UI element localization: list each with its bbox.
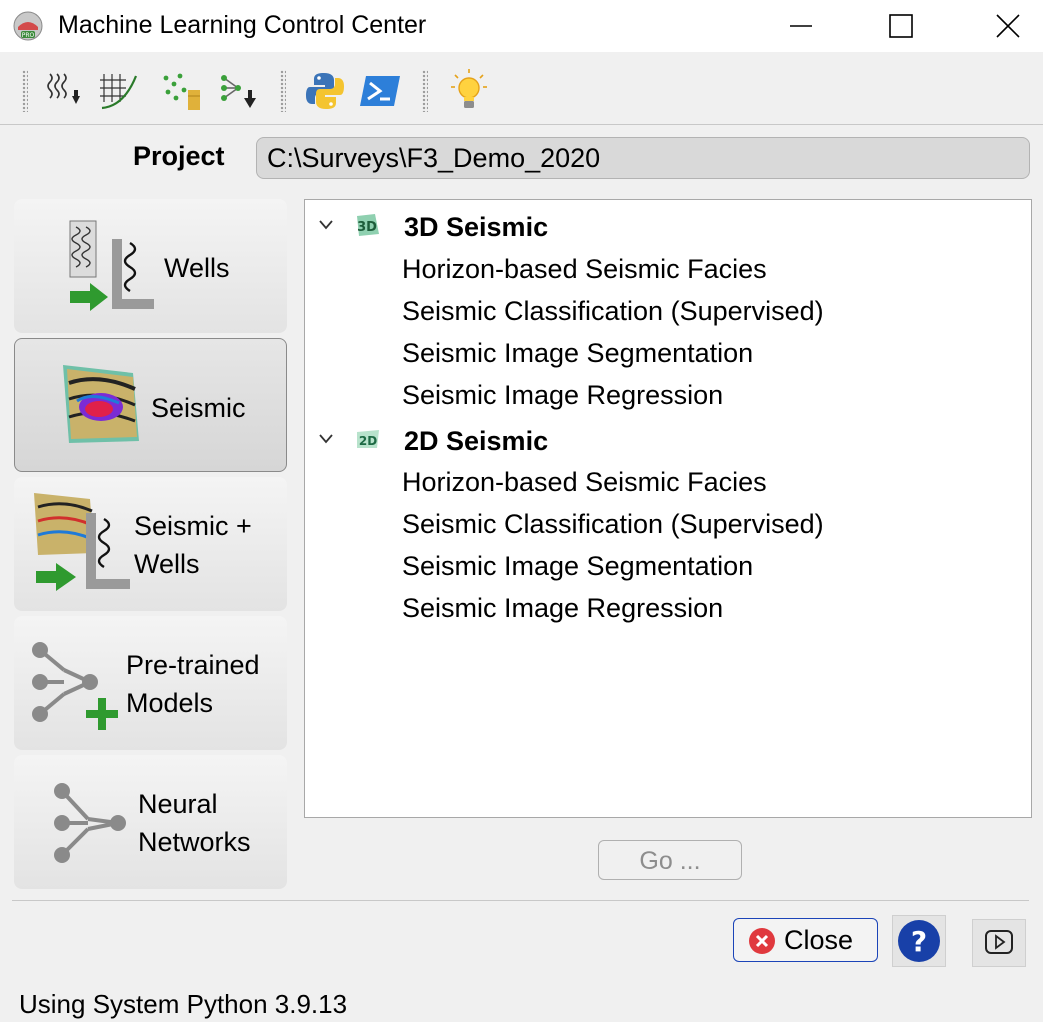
neural-networks-label-line2: Networks: [138, 827, 251, 857]
tree-item-2d-classification[interactable]: Seismic Classification (Supervised): [402, 507, 824, 541]
close-button-label: Close: [784, 925, 854, 955]
log-import-icon: [47, 73, 80, 104]
seismic-wells-icon: [34, 493, 130, 591]
seismic-2d-icon: 2D: [357, 430, 379, 448]
tree-item-2d-horizon-facies[interactable]: Horizon-based Seismic Facies: [402, 465, 767, 499]
tips-button[interactable]: [446, 68, 492, 114]
help-glyph: ?: [911, 925, 927, 958]
tree-item-3d-regression[interactable]: Seismic Image Regression: [402, 378, 723, 412]
lightbulb-icon: [451, 69, 487, 108]
workflow-tree[interactable]: 3D 3D Seismic Horizon-based Seismic Faci…: [304, 199, 1032, 818]
scatter-export-button[interactable]: [158, 68, 204, 114]
python-icon: [306, 73, 344, 109]
video-play-icon: [985, 930, 1013, 954]
close-icon: [996, 14, 1020, 38]
project-path-field: C:\Surveys\F3_Demo_2020: [256, 137, 1030, 179]
chevron-down-icon[interactable]: [319, 220, 333, 230]
pretrained-models-button[interactable]: Pre-trained Models: [14, 616, 287, 750]
seismic-wells-button[interactable]: Seismic + Wells: [14, 477, 287, 611]
neural-networks-label-line1: Neural: [138, 789, 218, 819]
tree-item-3d-segmentation[interactable]: Seismic Image Segmentation: [402, 336, 753, 370]
seismic-wells-label-line1: Seismic +: [134, 511, 252, 541]
help-icon: ?: [898, 920, 940, 962]
svg-text:PRO: PRO: [22, 32, 35, 39]
maximize-icon: [889, 14, 913, 38]
chevron-down-icon[interactable]: [319, 434, 333, 444]
toolbar-grip[interactable]: [422, 70, 428, 112]
python-button[interactable]: [302, 68, 348, 114]
window-close-button[interactable]: [973, 0, 1043, 52]
minimize-button[interactable]: [766, 0, 836, 52]
badge-2d: 2D: [359, 434, 377, 448]
minimize-icon: [790, 25, 812, 27]
tree-group-title: 3D Seismic: [404, 212, 549, 242]
opendtect-pro-icon: PRO: [13, 11, 43, 41]
tree-group-title: 2D Seismic: [404, 426, 549, 456]
crossplot-button[interactable]: [96, 68, 142, 114]
close-circle-icon: [749, 928, 775, 954]
toolbar: [0, 58, 1043, 125]
help-button[interactable]: ?: [892, 915, 946, 967]
seismic-label: Seismic: [151, 393, 246, 423]
pretrained-model-icon: [32, 642, 118, 730]
powershell-button[interactable]: [358, 68, 404, 114]
pretrained-models-label-line1: Pre-trained: [126, 650, 260, 680]
tree-item-2d-regression[interactable]: Seismic Image Regression: [402, 591, 723, 625]
tree-group-2d-seismic[interactable]: 2D 2D Seismic: [305, 420, 1031, 462]
crossplot-icon: [100, 74, 138, 110]
log-import-button[interactable]: [42, 68, 88, 114]
network-export-icon: [221, 75, 256, 108]
window-title: Machine Learning Control Center: [58, 11, 427, 39]
powershell-icon: [360, 76, 400, 106]
scatter-export-icon: [163, 73, 200, 110]
badge-3d: 3D: [357, 220, 377, 235]
wells-button[interactable]: Wells: [14, 199, 287, 333]
go-button[interactable]: Go ...: [598, 840, 742, 880]
seismic-icon: [63, 365, 139, 443]
pretrained-models-label-line2: Models: [126, 688, 214, 718]
seismic-wells-label-line2: Wells: [134, 549, 200, 579]
title-bar: PRO Machine Learning Control Center: [0, 0, 1043, 52]
tree-group-3d-seismic[interactable]: 3D 3D Seismic: [305, 206, 1031, 248]
project-label: Project: [133, 141, 225, 171]
seismic-3d-icon: 3D: [357, 214, 379, 236]
close-button[interactable]: Close: [733, 918, 878, 962]
tree-item-3d-classification[interactable]: Seismic Classification (Supervised): [402, 294, 824, 328]
maximize-button[interactable]: [866, 0, 936, 52]
divider: [12, 900, 1029, 901]
toolbar-grip[interactable]: [22, 70, 28, 112]
wells-label: Wells: [164, 253, 230, 283]
wells-icon: [69, 220, 154, 311]
tree-item-3d-horizon-facies[interactable]: Horizon-based Seismic Facies: [402, 252, 767, 286]
tree-item-2d-segmentation[interactable]: Seismic Image Segmentation: [402, 549, 753, 583]
video-tutorial-button[interactable]: [972, 919, 1026, 967]
toolbar-grip[interactable]: [280, 70, 286, 112]
seismic-button[interactable]: Seismic: [14, 338, 287, 472]
network-export-button[interactable]: [216, 68, 262, 114]
neural-networks-button[interactable]: Neural Networks: [14, 755, 287, 889]
neural-network-icon: [54, 783, 126, 863]
status-bar-text: Using System Python 3.9.13: [19, 989, 348, 1019]
